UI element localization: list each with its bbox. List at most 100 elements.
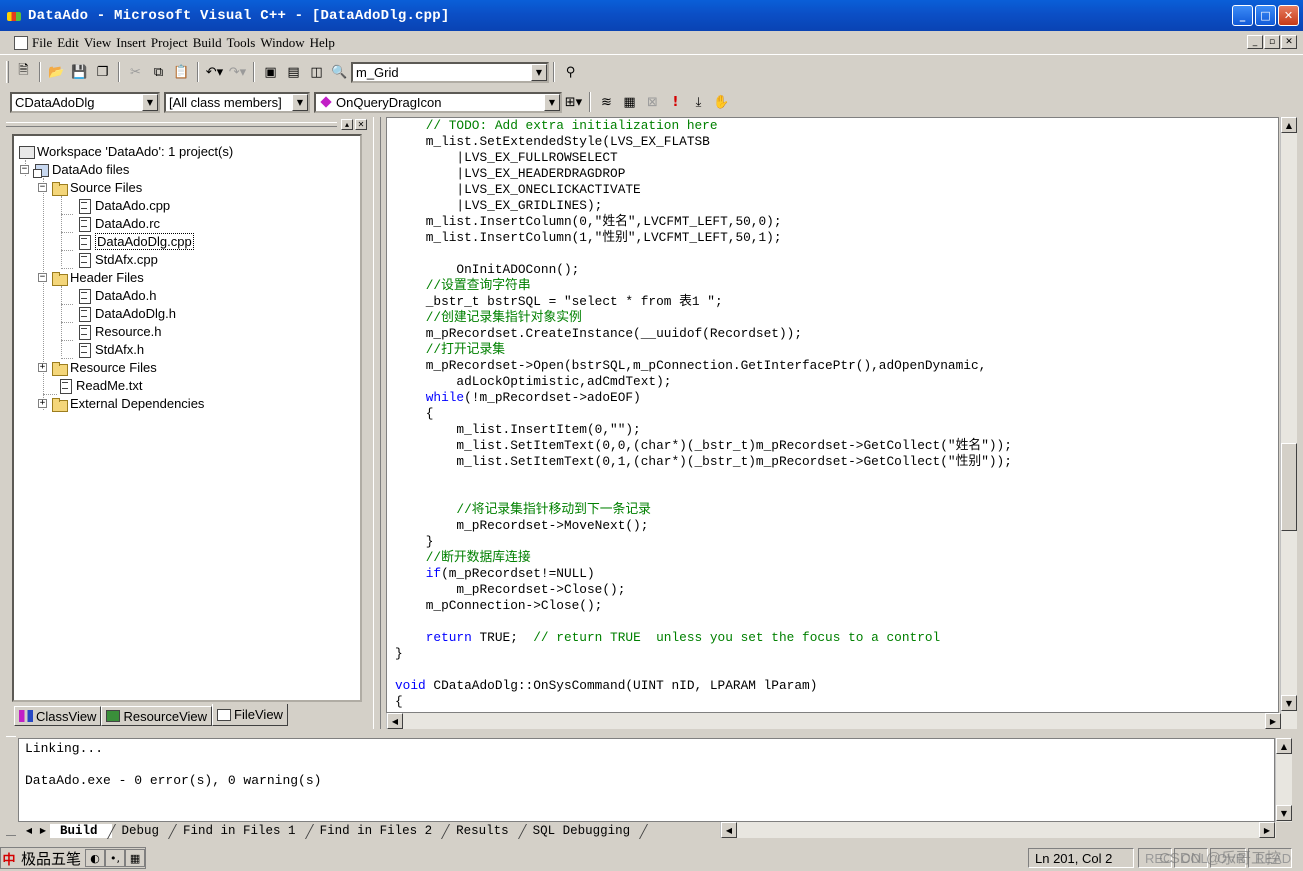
soft-keyboard-icon[interactable]: ▦ [125,849,146,867]
tab-fileview[interactable]: FileView [212,704,288,726]
cpp-file-icon [76,252,92,268]
build-icon[interactable]: ▦ [618,91,641,113]
mdi-restore-button[interactable]: ▫ [1264,35,1280,49]
collapse-icon[interactable]: − [20,164,29,174]
menu-file[interactable]: File [32,35,57,51]
minimize-button[interactable]: _ [1232,5,1253,26]
restore-pane-icon[interactable]: ▴ [341,119,353,130]
tree-item-header-files[interactable]: − Header Files [38,268,144,286]
editor-hscroll[interactable]: ◀ ▶ [386,713,1297,729]
expand-icon[interactable]: + [38,398,47,408]
scroll-up-icon[interactable]: ▲ [1276,738,1292,754]
save-all-icon[interactable]: ❐ [91,61,114,83]
menu-window[interactable]: Window [260,35,309,51]
tree-item-project[interactable]: − DataAdo files [20,160,129,178]
expand-icon[interactable]: + [38,362,47,372]
menu-help[interactable]: Help [310,35,340,51]
save-icon[interactable]: 💾 [68,61,91,83]
close-pane-icon[interactable]: ✕ [355,119,367,130]
output-vscroll[interactable]: ▲ ▼ [1275,738,1292,822]
undo-icon[interactable]: ↶▾ [203,61,226,83]
menu-build[interactable]: Build [193,35,227,51]
menu-tools[interactable]: Tools [227,35,261,51]
tree-item-file-selected[interactable]: DataAdoDlg.cpp [76,232,194,250]
scroll-down-icon[interactable]: ▼ [1276,805,1292,821]
close-button[interactable]: ✕ [1278,5,1299,26]
document-icon[interactable] [14,35,28,50]
tab-resourceview[interactable]: ResourceView [101,706,213,726]
tab-sql-debugging[interactable]: SQL Debugging [523,824,645,838]
stop-build-icon[interactable]: ⊠ [641,91,664,113]
tab-debug[interactable]: Debug [112,824,174,838]
tree-item-file[interactable]: DataAdo.cpp [76,196,170,214]
copy-icon[interactable]: ⧉ [147,61,170,83]
code-area[interactable]: // TODO: Add extra initialization here m… [386,117,1279,713]
class-wizard-icon[interactable]: ≋ [595,91,618,113]
tree-item-external-dependencies[interactable]: + External Dependencies [38,394,204,412]
scroll-down-icon[interactable]: ▼ [1281,695,1297,711]
scroll-right-icon[interactable]: ▶ [1259,822,1275,838]
execute-icon[interactable]: ! [664,91,687,113]
menu-project[interactable]: Project [151,35,193,51]
tab-find-in-files-2[interactable]: Find in Files 2 [310,824,447,838]
tab-build[interactable]: Build [50,823,112,838]
tree-item-file[interactable]: Resource.h [76,322,161,340]
menu-insert[interactable]: Insert [116,35,151,51]
menu-edit[interactable]: Edit [57,35,84,51]
ime-toolbar[interactable]: 中 极品五笔 ◐ •, ▦ [0,847,147,869]
vc-app-icon[interactable] [6,8,22,24]
paste-icon[interactable]: 📋 [170,61,193,83]
scroll-thumb[interactable] [1281,443,1297,531]
collapse-icon[interactable]: − [38,182,47,192]
scroll-left-icon[interactable]: ◀ [721,822,737,838]
redo-icon[interactable]: ↷▾ [226,61,249,83]
find-in-files-icon[interactable]: 🔍 [328,61,351,83]
toolbar-grip[interactable] [6,61,9,83]
tab-scroll-right-icon[interactable]: ▶ [36,820,50,842]
find-combo[interactable]: m_Grid ▼ [351,61,549,83]
new-file-icon[interactable]: 🗎 [12,61,35,83]
maximize-button[interactable]: □ [1255,5,1276,26]
tree-item-file[interactable]: StdAfx.h [76,340,144,358]
output-text[interactable]: Linking... DataAdo.exe - 0 error(s), 0 w… [18,738,1275,822]
tab-results[interactable]: Results [446,824,523,838]
tree-item-resource-files[interactable]: + Resource Files [38,358,157,376]
class-combo[interactable]: CDataAdoDlg ▼ [10,91,160,113]
tree-item-file[interactable]: DataAdo.rc [76,214,160,232]
mdi-minimize-button[interactable]: _ [1247,35,1263,49]
tab-scroll-left-icon[interactable]: ◀ [22,820,36,842]
punctuation-icon[interactable]: •, [105,849,126,867]
tree-item-file[interactable]: DataAdo.h [76,286,156,304]
member-combo[interactable]: OnQueryDragIcon ▼ [314,91,562,113]
chevron-down-icon[interactable]: ▼ [531,63,547,81]
tab-classview[interactable]: ClassView [14,706,102,726]
chevron-down-icon[interactable]: ▼ [142,93,158,111]
tree-item-source-files[interactable]: − Source Files [38,178,142,196]
tree-item-workspace[interactable]: Workspace 'DataAdo': 1 project(s) [18,142,233,160]
tree-item-file[interactable]: DataAdoDlg.h [76,304,176,322]
tab-find-in-files-1[interactable]: Find in Files 1 [173,824,310,838]
menu-view[interactable]: View [84,35,116,51]
scroll-left-icon[interactable]: ◀ [387,713,403,729]
editor-vscroll[interactable]: ▲ ▼ [1280,117,1297,713]
output-window-icon[interactable]: ▤ [282,61,305,83]
chevron-down-icon[interactable]: ▼ [292,93,308,111]
window-list-icon[interactable]: ◫ [305,61,328,83]
chevron-down-icon[interactable]: ▼ [544,93,560,111]
binoculars-icon[interactable]: ⚲ [559,61,582,83]
tree-item-file[interactable]: ReadMe.txt [57,376,142,394]
halfwidth-moon-icon[interactable]: ◐ [85,849,106,867]
mdi-close-button[interactable]: ✕ [1281,35,1297,49]
scroll-right-icon[interactable]: ▶ [1265,713,1281,729]
output-hscroll[interactable]: ◀ ▶ [720,822,1276,838]
go-icon[interactable]: ⤓ [687,91,710,113]
collapse-icon[interactable]: − [38,272,47,282]
workspace-icon[interactable]: ▣ [259,61,282,83]
cut-icon[interactable]: ✂ [124,61,147,83]
scroll-up-icon[interactable]: ▲ [1281,117,1297,133]
wizard-actions-icon[interactable]: ⊞▾ [562,91,585,113]
filter-combo[interactable]: [All class members] ▼ [164,91,310,113]
open-folder-icon[interactable]: 📂 [45,61,68,83]
breakpoint-hand-icon[interactable]: ✋ [710,91,733,113]
tree-item-file[interactable]: StdAfx.cpp [76,250,158,268]
